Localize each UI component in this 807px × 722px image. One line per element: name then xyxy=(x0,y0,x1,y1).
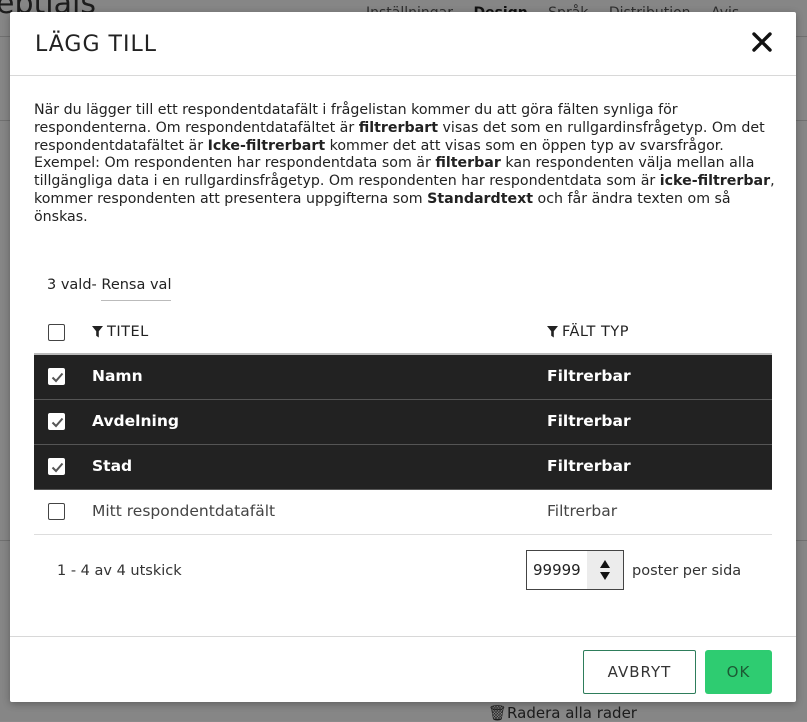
spin-down-icon[interactable] xyxy=(600,572,611,580)
ok-button[interactable]: OK xyxy=(705,650,772,694)
column-header-field-type[interactable]: FÄLT TYP xyxy=(547,324,629,340)
row-title: Mitt respondentdatafält xyxy=(92,502,276,520)
filter-icon xyxy=(92,326,103,338)
description-emphasis: Standardtext xyxy=(427,190,534,207)
respondent-fields-table: TITEL FÄLT TYP Namn Filtrerbar Avdelning Fi… xyxy=(34,316,772,535)
cancel-button[interactable]: AVBRYT xyxy=(583,650,696,694)
row-title: Namn xyxy=(92,367,143,385)
description-text: Exempel: Om respondenten har respondentd… xyxy=(34,155,436,172)
row-checkbox[interactable] xyxy=(48,458,65,475)
modal-title: LÄGG TILL xyxy=(35,32,157,57)
per-page-label: poster per sida xyxy=(632,563,742,579)
row-field-type: Filtrerbar xyxy=(547,412,631,430)
clear-selection-link[interactable]: Rensa val xyxy=(101,277,172,301)
column-header-title[interactable]: TITEL xyxy=(92,324,149,340)
row-checkbox[interactable] xyxy=(48,503,65,520)
row-field-type: Filtrerbar xyxy=(547,457,631,475)
table-header: TITEL FÄLT TYP xyxy=(34,316,772,355)
spin-up-icon[interactable] xyxy=(600,560,611,568)
row-title: Avdelning xyxy=(92,412,179,430)
filter-icon xyxy=(547,326,558,338)
description-emphasis: filterbar xyxy=(435,155,501,172)
table-row[interactable]: Mitt respondentdatafält Filtrerbar xyxy=(34,490,772,535)
per-page-stepper[interactable]: 99999 xyxy=(526,550,624,590)
table-row[interactable]: Avdelning Filtrerbar xyxy=(34,400,772,445)
description-text: kommer det att visas som en öppen typ av… xyxy=(325,137,724,154)
per-page-spinner[interactable] xyxy=(587,551,623,589)
close-button[interactable] xyxy=(750,30,774,54)
footer-divider xyxy=(10,636,796,637)
modal-header: LÄGG TILL xyxy=(10,12,796,76)
selection-info: 3 vald- Rensa val xyxy=(47,277,172,301)
row-field-type: Filtrerbar xyxy=(547,502,618,520)
checkmark-icon xyxy=(51,372,64,383)
row-checkbox[interactable] xyxy=(48,368,65,385)
selected-count: 3 vald- xyxy=(47,277,97,293)
description-emphasis: icke-filtrerbar xyxy=(659,173,771,190)
row-title: Stad xyxy=(92,457,133,475)
table-row[interactable]: Stad Filtrerbar xyxy=(34,445,772,490)
checkmark-icon xyxy=(51,462,64,473)
add-respondent-data-modal: LÄGG TILL När du lägger till ett respond… xyxy=(10,12,796,702)
row-checkbox[interactable] xyxy=(48,413,65,430)
pagination-info: 1 - 4 av 4 utskick xyxy=(57,563,182,579)
description-emphasis: filtrerbart xyxy=(358,119,439,136)
table-row[interactable]: Namn Filtrerbar xyxy=(34,355,772,400)
checkmark-icon xyxy=(51,417,64,428)
per-page-input[interactable]: 99999 xyxy=(527,551,587,589)
row-field-type: Filtrerbar xyxy=(547,367,631,385)
description-emphasis: Icke-filtrerbart xyxy=(207,137,326,154)
select-all-checkbox[interactable] xyxy=(48,324,65,341)
close-icon xyxy=(752,32,772,52)
modal-description: När du lägger till ett respondentdatafäl… xyxy=(34,102,779,227)
